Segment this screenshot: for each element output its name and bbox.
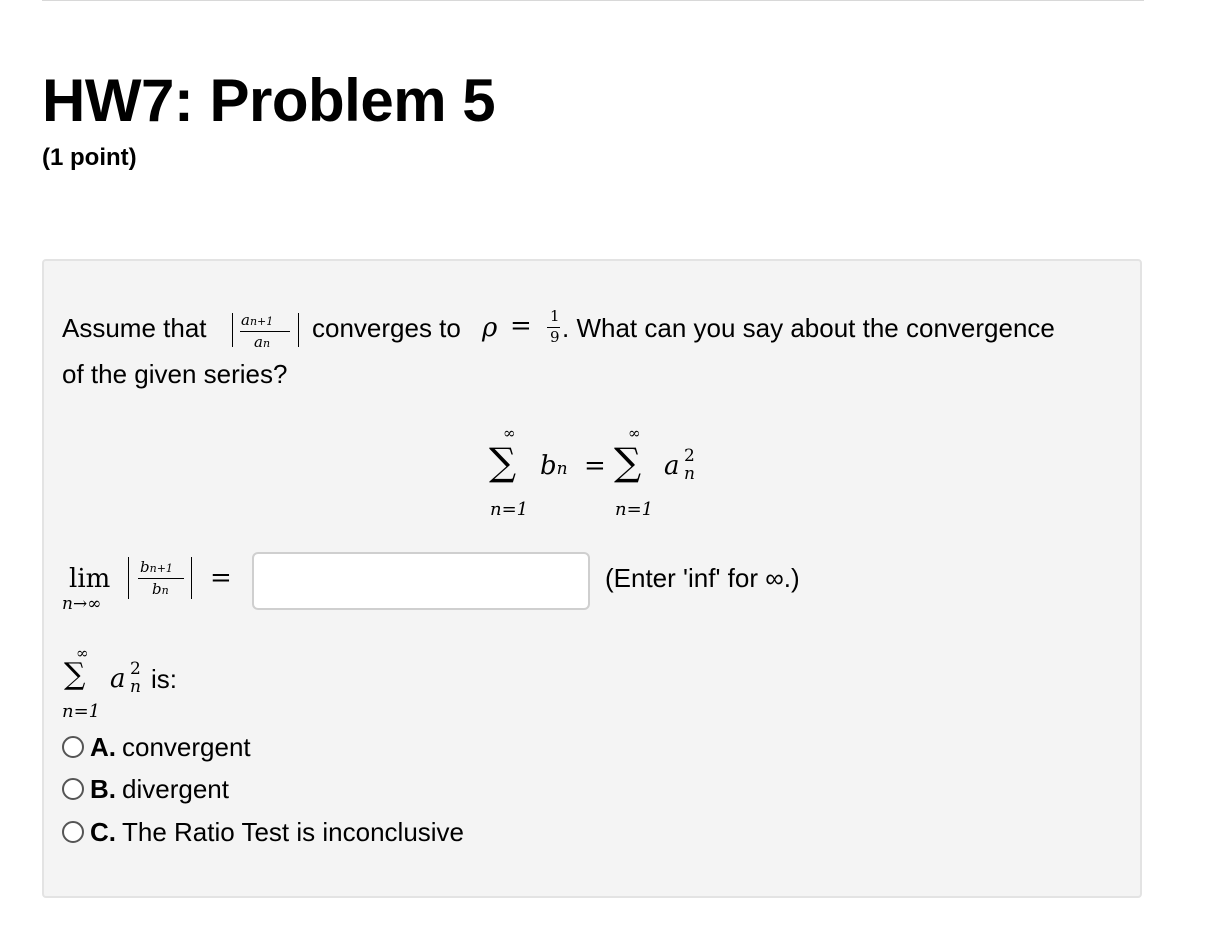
ratio-numerator: an+1 [241, 311, 274, 329]
option-c-letter: C. [90, 816, 116, 847]
option-b-text: divergent [122, 773, 229, 804]
right-term-sup: 2 [684, 446, 695, 466]
option-c-text: The Ratio Test is inconclusive [122, 816, 465, 847]
limit-answer-input[interactable] [252, 552, 590, 610]
option-a-text: convergent [122, 731, 251, 762]
lim-abs-bar-left [128, 557, 129, 599]
intro-text-1: Assume that [62, 313, 207, 343]
input-hint: (Enter 'inf' for ∞.) [605, 563, 800, 593]
lim-subscript: n→∞ [62, 594, 102, 614]
sum-right-lower: n=1 [615, 499, 654, 520]
lim-equals: = [210, 563, 232, 593]
lim-denominator: bn [152, 580, 169, 598]
sum-right-sigma: ∑ [614, 440, 642, 484]
option-a-letter: A. [90, 731, 116, 762]
ratio-fraction-line [240, 331, 290, 332]
abs-bar-left [232, 313, 233, 347]
option-c-radio[interactable] [62, 821, 84, 843]
lim-numerator: bn+1 [140, 558, 173, 576]
option-b-letter: B. [90, 773, 116, 804]
right-term: a [664, 451, 680, 481]
option-a-radio[interactable] [62, 736, 84, 758]
option-c[interactable]: C. The Ratio Test is inconclusive [62, 815, 464, 849]
rho-denominator: 9 [550, 328, 560, 346]
ratio-denominator: an [254, 333, 271, 351]
option-b-radio[interactable] [62, 778, 84, 800]
series-sum-lower: n=1 [62, 701, 101, 722]
abs-bar-right [298, 313, 299, 347]
lim-abs-bar-right [191, 557, 192, 599]
page-title: HW7: Problem 5 [42, 67, 496, 134]
intro-text-4: of the given series? [62, 359, 288, 389]
series-term-sup: 2 [130, 659, 141, 679]
intro-text-2: converges to [312, 313, 461, 343]
rho-equals: = [510, 311, 532, 341]
series-sigma: ∑ [64, 657, 86, 692]
points-label: (1 point) [42, 144, 137, 171]
rho-symbol: ρ [482, 313, 498, 343]
series-term: a [110, 664, 126, 694]
option-b[interactable]: B. divergent [62, 772, 229, 806]
lim-fraction-line [138, 578, 184, 579]
sum-left-sigma: ∑ [489, 440, 517, 484]
sum-left-lower: n=1 [490, 499, 529, 520]
series-suffix: is: [151, 664, 177, 694]
problem-panel: Assume that an+1 an converges to ρ = 1 9… [42, 259, 1142, 898]
intro-text-3: . What can you say about the convergence [562, 313, 1055, 343]
left-term: bn [540, 451, 568, 481]
top-divider [42, 0, 1144, 1]
series-term-sub: n [130, 677, 141, 697]
right-term-sub: n [684, 464, 695, 484]
rho-numerator: 1 [550, 307, 560, 325]
equation-equals: = [584, 451, 606, 481]
lim-label: lim [69, 564, 111, 594]
option-a[interactable]: A. convergent [62, 730, 251, 764]
